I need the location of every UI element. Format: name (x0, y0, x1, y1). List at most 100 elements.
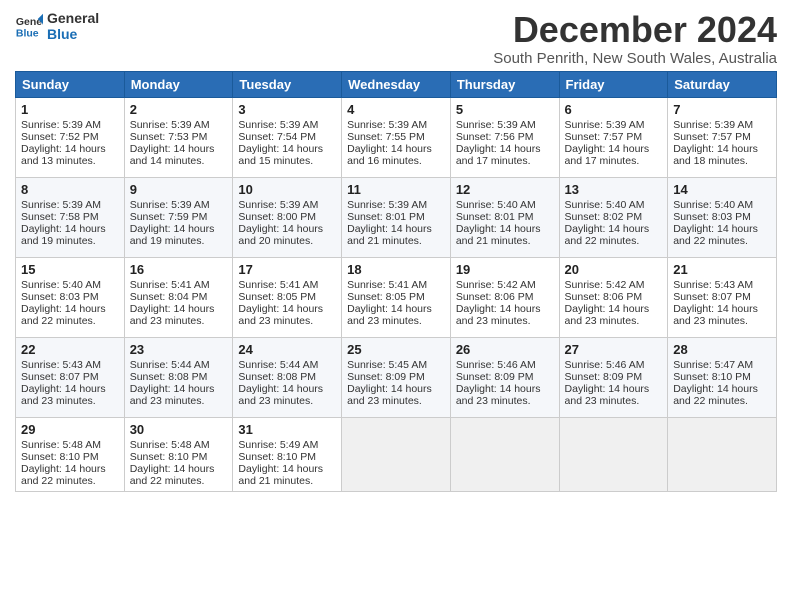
daylight-hours: 14 hours (282, 463, 323, 475)
day-number: 24 (238, 342, 336, 357)
header-friday: Friday (559, 71, 668, 97)
sunset-label: Sunset: (21, 451, 60, 463)
daylight-hours: 14 hours (500, 303, 541, 315)
table-row (450, 417, 559, 491)
sunset-label: Sunset: (238, 211, 277, 223)
sunrise-time: 5:40 AM (715, 199, 754, 211)
sunset-time: 8:00 PM (277, 211, 316, 223)
daylight-minutes: and 14 minutes. (130, 155, 205, 167)
sunrise-label: Sunrise: (565, 119, 606, 131)
logo-icon: General Blue (15, 12, 43, 40)
daylight-hours: 14 hours (717, 223, 758, 235)
sunset-time: 7:54 PM (277, 131, 316, 143)
sunrise-time: 5:42 AM (606, 279, 645, 291)
sunrise-time: 5:44 AM (171, 359, 210, 371)
sunset-label: Sunset: (565, 291, 604, 303)
table-row: 20 Sunrise: 5:42 AM Sunset: 8:06 PM Dayl… (559, 257, 668, 337)
sunset-label: Sunset: (130, 451, 169, 463)
daylight-hours: 14 hours (65, 143, 106, 155)
daylight-label: Daylight: (673, 223, 717, 235)
sunset-time: 8:10 PM (277, 451, 316, 463)
logo-line1: General (47, 10, 99, 26)
sunset-time: 8:09 PM (603, 371, 642, 383)
daylight-minutes: and 23 minutes. (21, 395, 96, 407)
daylight-minutes: and 23 minutes. (347, 395, 422, 407)
day-number: 2 (130, 102, 228, 117)
daylight-hours: 14 hours (173, 223, 214, 235)
daylight-label: Daylight: (238, 383, 282, 395)
sunset-time: 8:01 PM (386, 211, 425, 223)
sunset-label: Sunset: (21, 211, 60, 223)
day-number: 9 (130, 182, 228, 197)
daylight-hours: 14 hours (173, 463, 214, 475)
sunset-time: 7:56 PM (494, 131, 533, 143)
day-number: 7 (673, 102, 771, 117)
day-number: 26 (456, 342, 554, 357)
daylight-minutes: and 19 minutes. (21, 235, 96, 247)
daylight-label: Daylight: (130, 143, 174, 155)
day-number: 22 (21, 342, 119, 357)
day-number: 25 (347, 342, 445, 357)
daylight-minutes: and 18 minutes. (673, 155, 748, 167)
sunrise-label: Sunrise: (130, 199, 171, 211)
sunrise-label: Sunrise: (347, 279, 388, 291)
sunset-time: 8:07 PM (712, 291, 751, 303)
sunrise-label: Sunrise: (565, 199, 606, 211)
daylight-hours: 14 hours (65, 303, 106, 315)
sunset-label: Sunset: (130, 211, 169, 223)
sunset-label: Sunset: (456, 291, 495, 303)
table-row: 11 Sunrise: 5:39 AM Sunset: 8:01 PM Dayl… (342, 177, 451, 257)
daylight-label: Daylight: (130, 383, 174, 395)
sunset-label: Sunset: (456, 211, 495, 223)
daylight-minutes: and 17 minutes. (456, 155, 531, 167)
daylight-minutes: and 23 minutes. (565, 395, 640, 407)
daylight-hours: 14 hours (282, 383, 323, 395)
sunset-time: 8:10 PM (712, 371, 751, 383)
daylight-hours: 14 hours (608, 303, 649, 315)
table-row: 14 Sunrise: 5:40 AM Sunset: 8:03 PM Dayl… (668, 177, 777, 257)
sunset-label: Sunset: (456, 131, 495, 143)
daylight-hours: 14 hours (391, 303, 432, 315)
sunrise-label: Sunrise: (238, 119, 279, 131)
daylight-label: Daylight: (456, 303, 500, 315)
daylight-minutes: and 17 minutes. (565, 155, 640, 167)
table-row (559, 417, 668, 491)
daylight-minutes: and 23 minutes. (456, 315, 531, 327)
daylight-label: Daylight: (21, 303, 65, 315)
header: General Blue General Blue December 2024 … (15, 10, 777, 67)
sunrise-label: Sunrise: (238, 199, 279, 211)
day-number: 23 (130, 342, 228, 357)
table-row: 28 Sunrise: 5:47 AM Sunset: 8:10 PM Dayl… (668, 337, 777, 417)
daylight-label: Daylight: (456, 143, 500, 155)
sunset-time: 8:06 PM (603, 291, 642, 303)
sunset-time: 8:08 PM (277, 371, 316, 383)
calendar-table: Sunday Monday Tuesday Wednesday Thursday… (15, 71, 777, 492)
sunset-label: Sunset: (673, 291, 712, 303)
sunrise-label: Sunrise: (21, 279, 62, 291)
sunrise-time: 5:39 AM (389, 119, 428, 131)
sunrise-label: Sunrise: (238, 439, 279, 451)
table-row: 15 Sunrise: 5:40 AM Sunset: 8:03 PM Dayl… (16, 257, 125, 337)
sunset-time: 7:59 PM (168, 211, 207, 223)
sunset-time: 8:06 PM (494, 291, 533, 303)
sunrise-label: Sunrise: (347, 119, 388, 131)
sunrise-time: 5:41 AM (171, 279, 210, 291)
sunrise-time: 5:45 AM (389, 359, 428, 371)
sunset-time: 8:05 PM (277, 291, 316, 303)
daylight-minutes: and 23 minutes. (456, 395, 531, 407)
sunset-label: Sunset: (21, 371, 60, 383)
daylight-minutes: and 22 minutes. (673, 395, 748, 407)
header-saturday: Saturday (668, 71, 777, 97)
day-number: 19 (456, 262, 554, 277)
sunset-label: Sunset: (347, 211, 386, 223)
daylight-minutes: and 15 minutes. (238, 155, 313, 167)
sunset-label: Sunset: (673, 131, 712, 143)
table-row: 4 Sunrise: 5:39 AM Sunset: 7:55 PM Dayli… (342, 97, 451, 177)
daylight-minutes: and 22 minutes. (130, 475, 205, 487)
daylight-minutes: and 16 minutes. (347, 155, 422, 167)
sunrise-time: 5:40 AM (606, 199, 645, 211)
sunrise-time: 5:48 AM (171, 439, 210, 451)
daylight-label: Daylight: (21, 463, 65, 475)
sunrise-time: 5:46 AM (606, 359, 645, 371)
daylight-label: Daylight: (456, 223, 500, 235)
